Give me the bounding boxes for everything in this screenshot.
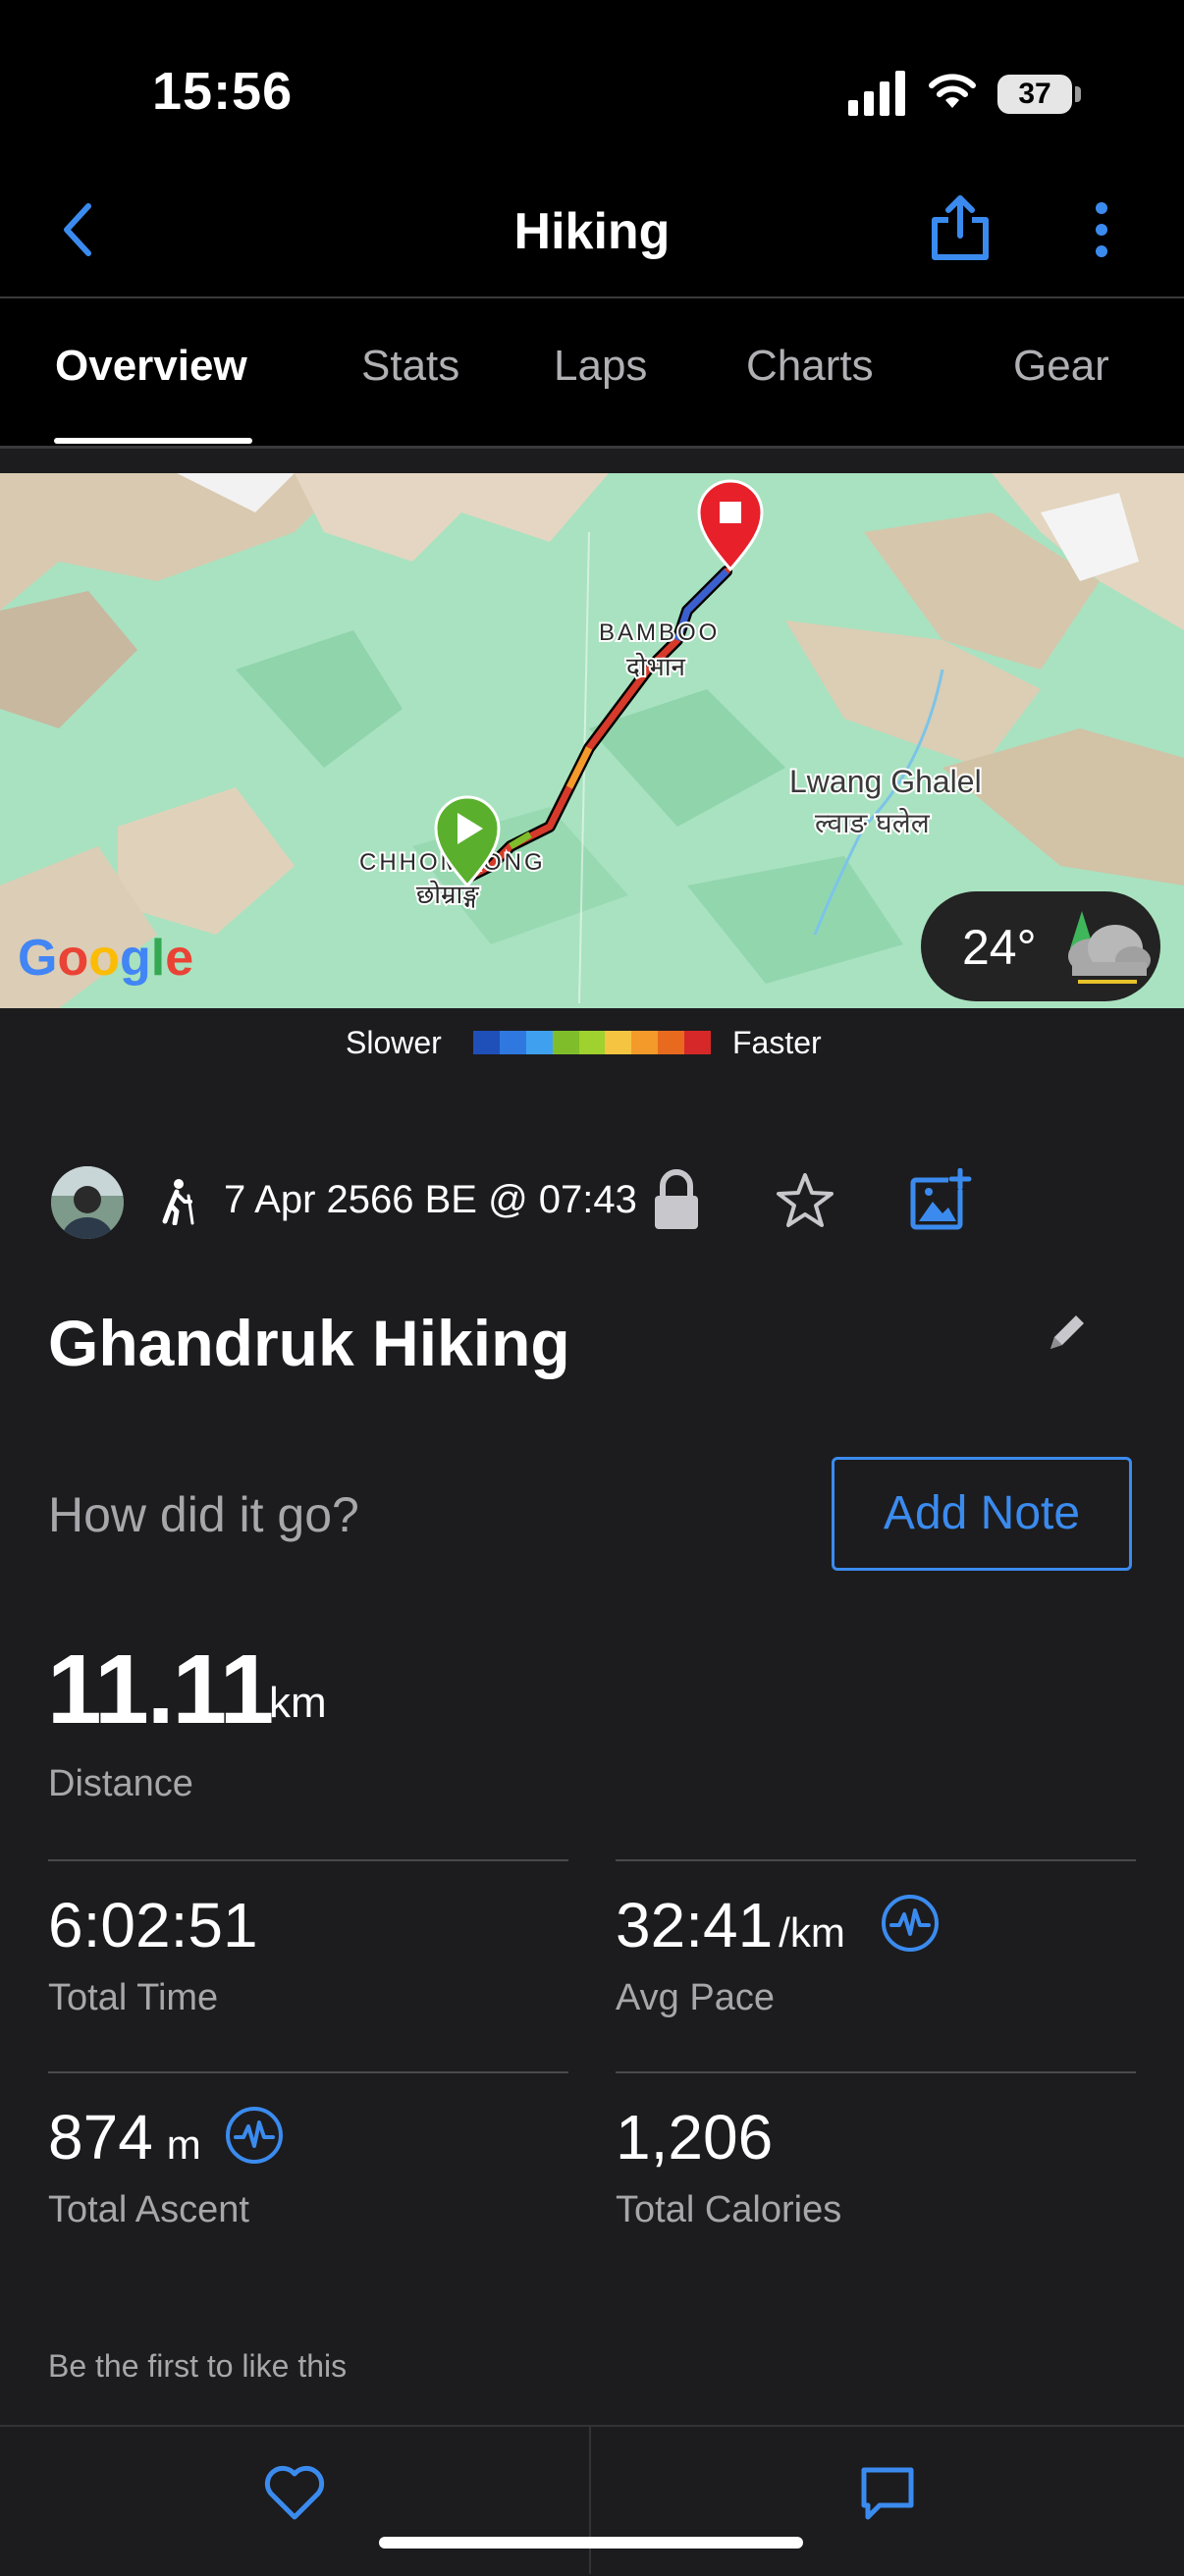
route-map[interactable]: BAMBOO दोभान Lwang Ghalel ल्वाङ घलेल CHH… <box>0 473 1184 1008</box>
total-ascent-value-group: 874 m <box>48 2101 201 2174</box>
add-photo-icon[interactable] <box>909 1168 972 1231</box>
pace-legend-swatch <box>578 1031 606 1054</box>
pace-legend-gradient <box>473 1031 712 1054</box>
total-time-value: 6:02:51 <box>48 1890 258 1960</box>
pace-legend-swatch <box>473 1031 500 1054</box>
home-indicator <box>379 2537 803 2549</box>
bottom-action-bar <box>0 2425 1184 2576</box>
tab-laps[interactable]: Laps <box>554 342 647 391</box>
battery-cap <box>1075 86 1081 102</box>
map-label-bamboo-np: दोभान <box>626 652 686 682</box>
map-label-bamboo: BAMBOO <box>599 619 720 646</box>
cellular-signal-icon <box>848 71 905 116</box>
pace-legend-slower: Slower <box>346 1025 442 1060</box>
hiking-icon <box>162 1179 194 1225</box>
pace-legend-swatch <box>552 1031 579 1054</box>
like-heart-icon[interactable] <box>263 2464 326 2521</box>
ascent-activity-pulse-icon[interactable] <box>224 2105 285 2166</box>
total-ascent-label: Total Ascent <box>48 2189 249 2230</box>
avatar[interactable] <box>51 1166 124 1239</box>
stats-divider <box>616 2071 1136 2073</box>
activity-date: 7 Apr 2566 BE @ 07:43 <box>224 1178 637 1221</box>
wifi-icon <box>929 74 976 108</box>
activity-name: Ghandruk Hiking <box>48 1307 570 1379</box>
tab-gear[interactable]: Gear <box>1013 342 1109 391</box>
likes-text: Be the first to like this <box>48 2348 348 2384</box>
share-icon[interactable] <box>929 194 992 263</box>
pace-legend-swatch <box>684 1031 712 1054</box>
note-prompt: How did it go? <box>48 1487 359 1542</box>
google-logo: Google <box>18 930 194 987</box>
pace-activity-pulse-icon[interactable] <box>880 1893 941 1954</box>
avg-pace-unit: /km <box>779 1909 845 1956</box>
page-title: Hiking <box>513 203 671 260</box>
more-options-icon[interactable] <box>1088 200 1115 259</box>
pace-legend-swatch <box>631 1031 659 1054</box>
tab-stats[interactable]: Stats <box>361 342 459 391</box>
distance-value: 11.11 <box>47 1635 274 1744</box>
bottom-bar-separator <box>589 2427 591 2574</box>
stats-divider <box>48 1859 568 1861</box>
pace-legend-swatch <box>658 1031 685 1054</box>
tab-overview[interactable]: Overview <box>55 342 247 391</box>
pace-legend-faster: Faster <box>732 1025 822 1060</box>
stats-divider <box>616 1859 1136 1861</box>
stats-divider <box>48 2071 568 2073</box>
avg-pace-label: Avg Pace <box>616 1977 775 2018</box>
edit-pencil-icon[interactable] <box>1047 1310 1090 1353</box>
total-calories-label: Total Calories <box>616 2189 842 2230</box>
avg-pace-value-group: 32:41 /km <box>616 1889 845 1961</box>
pace-legend-swatch <box>525 1031 553 1054</box>
add-note-button[interactable]: Add Note <box>832 1457 1132 1571</box>
total-calories-value: 1,206 <box>616 2102 774 2173</box>
status-time: 15:56 <box>152 62 294 121</box>
distance-label: Distance <box>48 1763 193 1804</box>
distance-unit: km <box>269 1679 327 1727</box>
map-label-lwang: Lwang Ghalel <box>789 764 982 799</box>
avg-pace-value: 32:41 <box>616 1890 774 1960</box>
favorite-star-icon[interactable] <box>776 1172 834 1229</box>
tab-charts[interactable]: Charts <box>746 342 874 391</box>
pace-legend-swatch <box>499 1031 526 1054</box>
total-ascent-unit: m <box>166 2121 201 2168</box>
privacy-lock-icon[interactable] <box>652 1168 701 1231</box>
weather-temperature: 24° <box>962 920 1037 975</box>
pace-legend-swatch <box>605 1031 632 1054</box>
battery-indicator: 37 <box>997 75 1072 114</box>
map-label-lwang-np: ल्वाङ घलेल <box>815 807 931 839</box>
cloudy-weather-icon <box>1068 911 1151 984</box>
active-tab-indicator <box>54 438 252 444</box>
total-ascent-value: 874 <box>48 2102 153 2173</box>
total-time-label: Total Time <box>48 1977 219 2018</box>
comment-icon[interactable] <box>858 2464 917 2521</box>
